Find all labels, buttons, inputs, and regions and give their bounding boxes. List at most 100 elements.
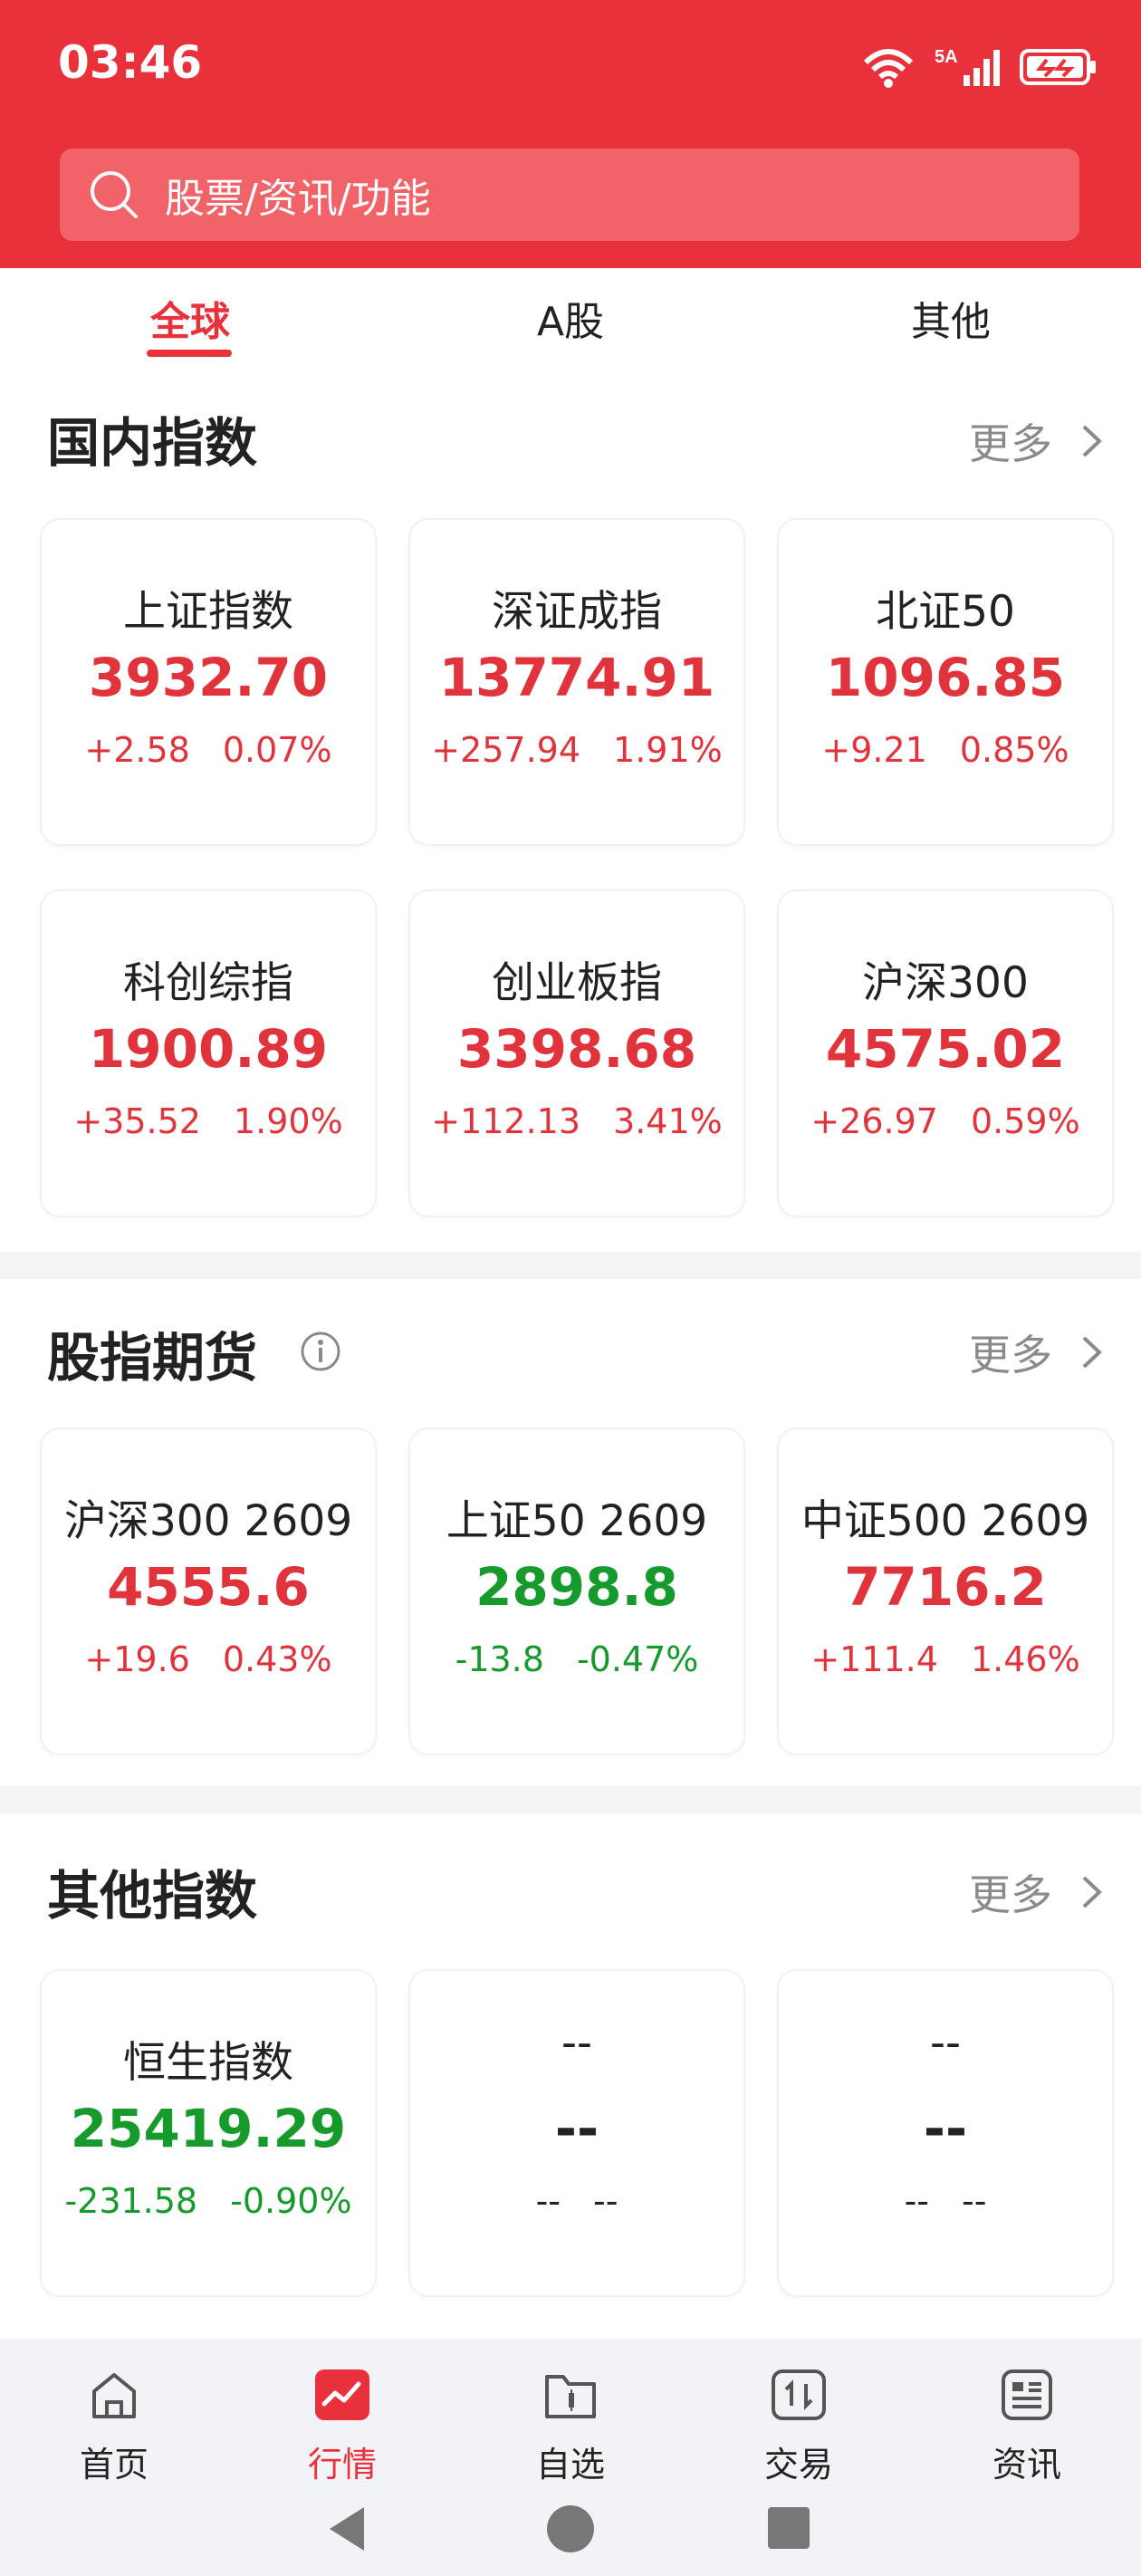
tab-other[interactable]: 其他 <box>860 268 1041 368</box>
index-name: 北证50 <box>876 587 1015 637</box>
section-title: 股指期货 <box>47 1327 258 1389</box>
futures-price: 2898.8 <box>475 1556 678 1618</box>
status-time: 03:46 <box>58 36 203 89</box>
watchlist-folder-icon <box>545 2375 596 2418</box>
nav-news[interactable]: 资讯 <box>936 2366 1117 2486</box>
index-card[interactable]: 北证50 1096.85 +9.21 0.85% <box>777 518 1114 846</box>
nav-label: 资讯 <box>992 2445 1061 2485</box>
change-percent: -0.47% <box>576 1639 699 1679</box>
domestic-indices-section: 国内指数 更多 上证指数 3932.70 +2.58 0.07% 深证成指 137… <box>0 368 1141 1252</box>
change-value: +257.94 <box>431 730 581 770</box>
section-divider <box>0 1252 1141 1279</box>
status-icons: 5A <box>858 40 1098 94</box>
futures-card[interactable]: 上证50 2609 2898.8 -13.8 -0.47% <box>408 1427 745 1755</box>
index-card[interactable]: 上证指数 3932.70 +2.58 0.07% <box>40 518 377 846</box>
more-label: 更多 <box>969 1870 1052 1919</box>
index-card[interactable]: 创业板指 3398.68 +112.13 3.41% <box>408 889 745 1217</box>
change-value: -- <box>904 2181 929 2221</box>
index-change: -- -- <box>410 2181 743 2221</box>
index-name: -- <box>561 2018 592 2068</box>
home-button-icon <box>547 2505 594 2552</box>
market-chart-icon <box>315 2369 369 2420</box>
index-card-placeholder[interactable]: -- -- -- -- <box>777 1969 1114 2297</box>
index-price: -- <box>923 2098 968 2159</box>
chevron-right-icon <box>1082 425 1102 457</box>
change-percent: -- <box>593 2181 618 2221</box>
section-divider <box>0 1786 1141 1813</box>
more-link[interactable]: 更多 <box>969 411 1105 471</box>
index-price: 4575.02 <box>825 1018 1066 1080</box>
futures-price: 4555.6 <box>107 1556 310 1618</box>
tab-a-shares[interactable]: A股 <box>480 268 661 368</box>
change-value: +19.6 <box>84 1639 190 1679</box>
index-card[interactable]: 科创综指 1900.89 +35.52 1.90% <box>40 889 377 1217</box>
index-card[interactable]: 恒生指数 25419.29 -231.58 -0.90% <box>40 1969 377 2297</box>
index-change: +9.21 0.85% <box>779 730 1112 770</box>
change-value: +2.58 <box>84 730 190 770</box>
change-percent: 0.59% <box>970 1101 1080 1141</box>
more-label: 更多 <box>969 1331 1052 1379</box>
nav-label: 自选 <box>535 2445 605 2485</box>
change-value: -- <box>535 2181 561 2221</box>
news-icon <box>1002 2369 1052 2420</box>
change-percent: 1.46% <box>970 1639 1080 1679</box>
nav-market[interactable]: 行情 <box>252 2366 433 2486</box>
index-name: 深证成指 <box>492 587 662 637</box>
futures-change: +111.4 1.46% <box>779 1639 1112 1679</box>
trade-icon <box>772 2369 826 2420</box>
index-name: 创业板指 <box>492 958 662 1008</box>
change-percent: 3.41% <box>613 1101 723 1141</box>
more-link[interactable]: 更多 <box>969 1322 1105 1382</box>
index-card[interactable]: 沪深300 4575.02 +26.97 0.59% <box>777 889 1114 1217</box>
index-card-placeholder[interactable]: -- -- -- -- <box>408 1969 745 2297</box>
more-label: 更多 <box>969 419 1052 468</box>
app-header: 03:46 5A 股票/资讯/功能 <box>0 0 1141 268</box>
index-price: 13774.91 <box>438 647 715 708</box>
index-name: 恒生指数 <box>123 2038 293 2088</box>
bottom-navigation: 首页 行情 自选 交易 资讯 <box>0 2339 1141 2576</box>
futures-change: -13.8 -0.47% <box>410 1639 743 1679</box>
index-change: +112.13 3.41% <box>410 1101 743 1141</box>
futures-name: 沪深300 2609 <box>63 1496 353 1546</box>
change-percent: 1.91% <box>613 730 723 770</box>
index-change: +2.58 0.07% <box>42 730 375 770</box>
index-change: +257.94 1.91% <box>410 730 743 770</box>
svg-text:5A: 5A <box>935 47 958 67</box>
nav-label: 首页 <box>79 2445 149 2485</box>
change-percent: 0.85% <box>959 730 1069 770</box>
nav-label: 行情 <box>307 2445 377 2485</box>
index-price: -- <box>554 2098 599 2159</box>
home-icon <box>92 2373 136 2418</box>
nav-watchlist[interactable]: 自选 <box>480 2366 661 2486</box>
index-futures-section: 股指期货 更多 沪深300 2609 4555.6 +19.6 0.43% 上证5… <box>0 1279 1141 1786</box>
search-bar[interactable]: 股票/资讯/功能 <box>60 149 1079 241</box>
info-icon[interactable] <box>299 1330 342 1373</box>
signal-icon: 5A <box>935 47 1000 86</box>
more-link[interactable]: 更多 <box>969 1862 1105 1922</box>
nav-home[interactable]: 首页 <box>24 2366 205 2486</box>
change-value: +26.97 <box>810 1101 938 1141</box>
index-name: 科创综指 <box>123 958 293 1008</box>
system-navigation-bar <box>330 2505 810 2552</box>
index-price: 1900.89 <box>88 1018 329 1080</box>
index-name: -- <box>930 2018 961 2068</box>
change-value: -13.8 <box>455 1639 544 1679</box>
futures-card[interactable]: 沪深300 2609 4555.6 +19.6 0.43% <box>40 1427 377 1755</box>
index-change: -- -- <box>779 2181 1112 2221</box>
change-value: +9.21 <box>821 730 927 770</box>
market-tabs: 全球 A股 其他 <box>0 268 1141 368</box>
change-value: +35.52 <box>73 1101 201 1141</box>
nav-trade[interactable]: 交易 <box>708 2366 889 2486</box>
change-value: +111.4 <box>810 1639 938 1679</box>
index-card[interactable]: 深证成指 13774.91 +257.94 1.91% <box>408 518 745 846</box>
index-name: 上证指数 <box>123 587 293 637</box>
change-percent: 0.07% <box>222 730 332 770</box>
futures-change: +19.6 0.43% <box>42 1639 375 1679</box>
index-price: 3398.68 <box>456 1018 697 1080</box>
search-placeholder: 股票/资讯/功能 <box>165 176 431 222</box>
nav-label: 交易 <box>763 2445 833 2485</box>
futures-name: 中证500 2609 <box>801 1496 1090 1546</box>
futures-name: 上证50 2609 <box>446 1496 708 1546</box>
futures-card[interactable]: 中证500 2609 7716.2 +111.4 1.46% <box>777 1427 1114 1755</box>
index-price: 1096.85 <box>825 647 1066 708</box>
